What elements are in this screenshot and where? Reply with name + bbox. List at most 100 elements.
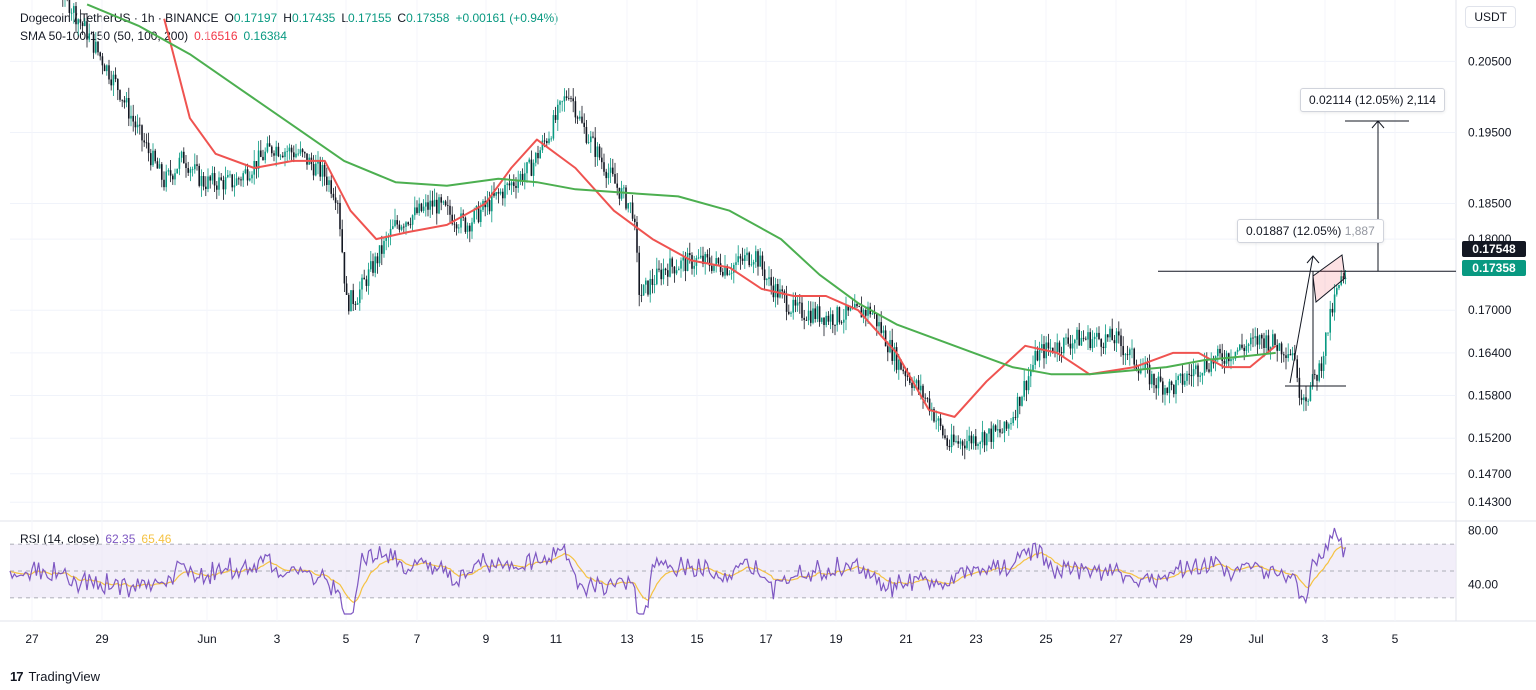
candle-body bbox=[906, 376, 909, 377]
candle-body bbox=[799, 302, 801, 304]
candle-body bbox=[1221, 353, 1223, 361]
candle-body bbox=[156, 161, 159, 169]
candle-body bbox=[1126, 354, 1129, 356]
candle-body bbox=[840, 322, 843, 324]
candle-body bbox=[625, 187, 627, 209]
candle-body bbox=[1173, 384, 1175, 395]
candle-body bbox=[671, 258, 673, 267]
candle-body bbox=[315, 163, 317, 176]
candle-body bbox=[955, 441, 957, 442]
candle-body bbox=[1245, 345, 1248, 352]
candle-body bbox=[856, 303, 858, 307]
candle-body bbox=[790, 312, 792, 314]
candle-body bbox=[134, 121, 137, 128]
candle-body bbox=[1336, 288, 1338, 295]
candle-body bbox=[1100, 339, 1102, 347]
candle-body bbox=[123, 100, 126, 103]
candle-body bbox=[642, 284, 645, 296]
candle-body bbox=[697, 257, 700, 259]
candle-body bbox=[832, 314, 834, 325]
candle-body bbox=[1019, 396, 1021, 406]
candle-body bbox=[363, 277, 365, 280]
candle-body bbox=[823, 317, 825, 325]
candle-body bbox=[506, 183, 508, 185]
measure-label-lower[interactable]: 0.01887 (12.05%) 1,887 bbox=[1237, 219, 1384, 243]
candle-body bbox=[1208, 369, 1210, 372]
candle-body bbox=[752, 262, 755, 265]
candle-body bbox=[337, 202, 339, 204]
candle-body bbox=[264, 151, 266, 161]
candle-body bbox=[145, 142, 148, 144]
candle-body bbox=[834, 324, 836, 326]
candle-body bbox=[1016, 396, 1019, 418]
price-axis: 0.205000.195000.185000.180000.170000.164… bbox=[1468, 54, 1512, 509]
candle-body bbox=[565, 96, 568, 99]
candle-body bbox=[818, 306, 821, 322]
candle-body bbox=[1085, 338, 1087, 340]
time-tick-label: 27 bbox=[1109, 632, 1123, 646]
candle-body bbox=[290, 147, 293, 153]
candle-body bbox=[656, 268, 658, 285]
candle-body bbox=[431, 200, 434, 207]
candle-body bbox=[761, 255, 764, 270]
price-tick-label: 0.15800 bbox=[1468, 389, 1512, 403]
candle-body bbox=[950, 434, 953, 448]
candle-body bbox=[722, 271, 724, 276]
price-tag-high: 0.17548 bbox=[1462, 241, 1526, 257]
candle-body bbox=[805, 319, 808, 321]
tradingview-brand[interactable]: 17 TradingView bbox=[10, 669, 100, 684]
candle-body bbox=[1201, 372, 1204, 376]
candle-body bbox=[766, 279, 768, 281]
candle-body bbox=[136, 124, 139, 128]
candle-body bbox=[1074, 339, 1076, 344]
candle-body bbox=[975, 436, 977, 446]
candle-body bbox=[429, 200, 431, 210]
candle-body bbox=[152, 150, 154, 166]
candle-body bbox=[341, 229, 343, 253]
candle-body bbox=[233, 185, 236, 188]
candle-body bbox=[75, 6, 77, 25]
candle-body bbox=[1184, 380, 1186, 385]
candle-body bbox=[319, 160, 321, 177]
rsi-tick-label: 40.00 bbox=[1468, 577, 1498, 591]
candle-body bbox=[1320, 363, 1323, 371]
measure-label-lower-dim: 1,887 bbox=[1344, 224, 1375, 238]
candle-body bbox=[209, 176, 211, 181]
candle-body bbox=[213, 173, 216, 186]
candle-body bbox=[440, 197, 442, 203]
candle-body bbox=[902, 369, 904, 372]
candle-body bbox=[768, 277, 770, 280]
candle-body bbox=[418, 203, 420, 213]
candle-body bbox=[607, 172, 610, 179]
candle-body bbox=[1298, 377, 1301, 398]
candle-body bbox=[81, 22, 84, 27]
candle-body bbox=[1102, 346, 1105, 349]
candle-body bbox=[887, 346, 889, 353]
candle-body bbox=[372, 261, 374, 273]
candle-body bbox=[535, 152, 537, 163]
candle-body bbox=[1058, 342, 1061, 353]
candle-body bbox=[1318, 363, 1320, 381]
candle-body bbox=[739, 256, 742, 259]
candle-body bbox=[110, 79, 112, 86]
candle-body bbox=[678, 268, 680, 271]
candle-body bbox=[1232, 358, 1234, 360]
candle-body bbox=[755, 251, 757, 263]
candle-body bbox=[354, 304, 357, 305]
price-tick-label: 0.16400 bbox=[1468, 346, 1512, 360]
candle-body bbox=[1067, 337, 1069, 344]
sma-line-1 bbox=[163, 18, 1277, 418]
candle-body bbox=[1307, 400, 1309, 402]
candle-body bbox=[1303, 397, 1305, 401]
candle-body bbox=[1166, 388, 1168, 394]
candle-body bbox=[383, 240, 385, 254]
candle-body bbox=[1285, 355, 1287, 359]
candle-body bbox=[700, 255, 702, 258]
candle-body bbox=[139, 124, 141, 126]
candle-body bbox=[158, 164, 161, 169]
candle-body bbox=[1327, 332, 1329, 334]
measure-label-upper[interactable]: 0.02114 (12.05%) 2,114 bbox=[1300, 88, 1445, 112]
price-tick-label: 0.14700 bbox=[1468, 467, 1512, 481]
candle-body bbox=[1049, 347, 1052, 349]
candle-body bbox=[669, 258, 671, 277]
